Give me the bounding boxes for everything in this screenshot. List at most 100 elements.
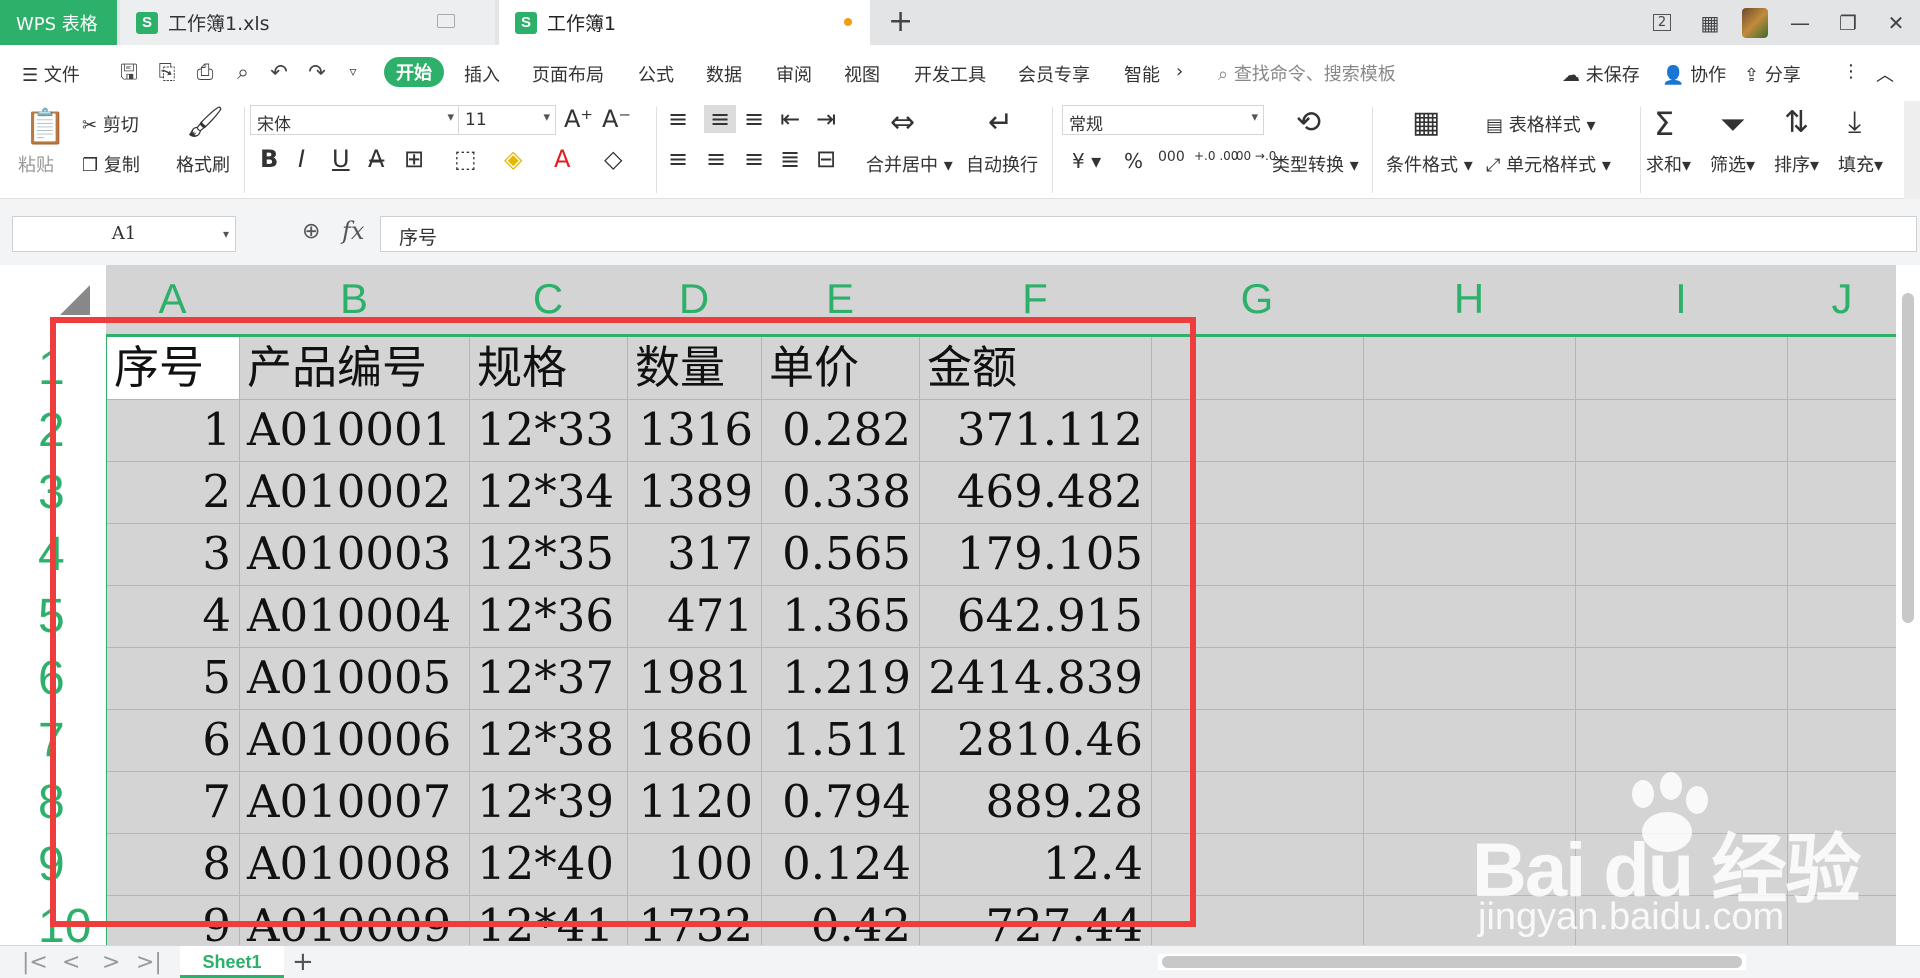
zoom-icon[interactable]: ⊕ (302, 219, 320, 244)
wrap-text-button[interactable]: 自动换行 (966, 151, 1038, 177)
column-header-j[interactable]: J (1787, 275, 1897, 323)
tab-smart[interactable]: 智能 (1124, 61, 1160, 87)
save-icon[interactable]: 🖫 (116, 59, 142, 85)
sum-button[interactable]: 求和▾ (1646, 151, 1691, 177)
tab-review[interactable]: 审阅 (776, 61, 812, 87)
decrease-decimal-button[interactable]: .00 →.0 (1232, 149, 1276, 163)
tab-data[interactable]: 数据 (706, 61, 742, 87)
indent-increase-icon[interactable]: ⇥ (816, 105, 836, 133)
font-color-icon[interactable]: A (554, 145, 570, 173)
file-menu[interactable]: ☰ 文件 (22, 61, 80, 87)
distribute-icon[interactable]: ⊟ (816, 145, 836, 173)
bold-icon[interactable]: B (260, 145, 278, 173)
indent-decrease-icon[interactable]: ⇤ (780, 105, 800, 133)
fill-down-icon[interactable]: ⤓ (1848, 105, 1861, 140)
formula-input[interactable]: 序号 (380, 216, 1917, 252)
vertical-scroll-thumb[interactable] (1902, 293, 1914, 623)
tab-developer[interactable]: 开发工具 (914, 61, 986, 87)
doc-tab-2[interactable]: S 工作簿1 (499, 0, 870, 45)
undo-icon[interactable]: ↶ (266, 59, 292, 85)
underline-icon[interactable]: U (332, 145, 350, 173)
currency-button[interactable]: ¥ ▾ (1072, 149, 1101, 173)
brush-icon[interactable]: 🖌 (186, 105, 224, 140)
more-tabs-button[interactable]: › (1176, 61, 1183, 82)
sum-icon[interactable]: Σ (1654, 105, 1674, 143)
tab-insert[interactable]: 插入 (464, 61, 500, 87)
more-options-icon[interactable]: ⋮ (1842, 61, 1860, 82)
ribbon-scroll-right[interactable] (1904, 101, 1920, 199)
collapse-ribbon-icon[interactable]: ︿ (1876, 61, 1894, 87)
tab-view[interactable]: 视图 (844, 61, 880, 87)
collab-button[interactable]: 👤 协作 (1662, 61, 1726, 87)
minimize-icon[interactable]: — (1776, 0, 1824, 45)
align-top-icon[interactable]: ≡ (668, 105, 688, 133)
share-button[interactable]: ⇪ 分享 (1744, 61, 1801, 87)
column-header-d[interactable]: D (627, 275, 761, 323)
add-sheet-button[interactable]: + (292, 946, 314, 978)
doc-tab-1[interactable]: S 工作簿1.xls (120, 0, 495, 45)
avatar[interactable] (1742, 7, 1768, 38)
sort-button[interactable]: 排序▾ (1774, 151, 1819, 177)
tab-member[interactable]: 会员专享 (1018, 61, 1090, 87)
table-style-button[interactable]: ▤ 表格样式 ▾ (1486, 111, 1596, 137)
percent-button[interactable]: % (1124, 149, 1143, 173)
conditional-format-icon[interactable]: ▦ (1412, 105, 1440, 140)
restore-icon[interactable]: ❐ (1824, 0, 1872, 45)
merge-center-button[interactable]: 合并居中 ▾ (866, 151, 953, 177)
paste-icon[interactable]: 📋 (24, 107, 66, 147)
export-icon[interactable]: ⎘ (154, 59, 180, 85)
tab-page-layout[interactable]: 页面布局 (532, 61, 604, 87)
new-tab-button[interactable]: + (888, 6, 913, 38)
column-header-i[interactable]: I (1575, 275, 1787, 323)
align-left-icon[interactable]: ≡ (668, 145, 688, 173)
first-sheet-icon[interactable]: |< (22, 950, 48, 975)
grid-view-icon[interactable]: ▦ (1686, 0, 1734, 45)
column-header-b[interactable]: B (239, 275, 469, 323)
increase-font-icon[interactable]: A⁺ (564, 105, 593, 133)
font-size-select[interactable]: 11 (458, 105, 556, 135)
border-icon[interactable]: ⊞ (404, 145, 424, 173)
horizontal-scroll-thumb[interactable] (1162, 956, 1742, 968)
paste-button[interactable]: 粘贴 (18, 151, 54, 177)
tab-start[interactable]: 开始 (384, 57, 444, 87)
vertical-scrollbar[interactable] (1896, 265, 1920, 945)
prev-sheet-icon[interactable]: < (62, 950, 80, 975)
number-format-select[interactable]: 常规 (1062, 105, 1264, 135)
fill-color-icon[interactable]: ◈ (504, 145, 522, 173)
thousands-button[interactable]: 000 (1158, 149, 1185, 165)
close-icon[interactable]: ✕ (1872, 0, 1920, 45)
column-header-f[interactable]: F (919, 275, 1151, 323)
align-middle-icon[interactable]: ≡ (704, 105, 736, 133)
next-sheet-icon[interactable]: > (102, 950, 120, 975)
last-sheet-icon[interactable]: >| (136, 950, 162, 975)
sort-icon[interactable]: ⇅ (1784, 105, 1809, 140)
clear-format-icon[interactable]: ◇ (604, 145, 622, 173)
format-painter-button[interactable]: 格式刷 (176, 151, 230, 177)
font-name-select[interactable]: 宋体 (250, 105, 460, 135)
align-right-icon[interactable]: ≡ (744, 145, 764, 173)
cut-button[interactable]: ✂ 剪切 (82, 111, 139, 137)
cell-style-button[interactable]: ⤢ 单元格样式 ▾ (1486, 151, 1611, 177)
conditional-format-button[interactable]: 条件格式 ▾ (1386, 151, 1473, 177)
chevron-down-icon[interactable]: ▿ (340, 59, 366, 85)
fx-icon[interactable]: fx (342, 217, 364, 245)
merge-icon[interactable]: ⇔ (890, 105, 915, 140)
filter-icon[interactable]: ⏷ (1720, 105, 1746, 144)
column-header-h[interactable]: H (1363, 275, 1575, 323)
column-header-c[interactable]: C (469, 275, 627, 323)
filter-button[interactable]: 筛选▾ (1710, 151, 1755, 177)
sheet-tab-sheet1[interactable]: Sheet1 (180, 946, 284, 978)
horizontal-scrollbar[interactable] (1158, 954, 1746, 970)
fill-button[interactable]: 填充▾ (1838, 151, 1883, 177)
name-box[interactable]: A1 (12, 216, 236, 252)
redo-icon[interactable]: ↷ (304, 59, 330, 85)
search-box[interactable]: ⌕ 查找命令、搜索模板 (1218, 60, 1396, 86)
tab-formula[interactable]: 公式 (638, 61, 674, 87)
strikethrough-icon[interactable]: A̶ (368, 145, 384, 173)
wrap-text-icon[interactable]: ↵ (988, 105, 1013, 140)
convert-icon[interactable]: ⟲ (1296, 105, 1321, 140)
unsaved-button[interactable]: ☁ 未保存 (1562, 61, 1640, 87)
italic-icon[interactable]: I (298, 145, 305, 173)
app-tab-wps[interactable]: WPS 表格 (0, 0, 117, 45)
column-header-e[interactable]: E (761, 275, 919, 323)
